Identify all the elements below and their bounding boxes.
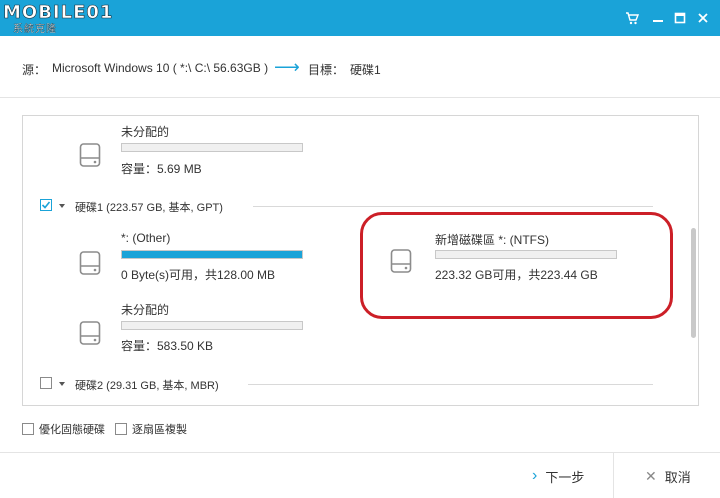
disk1-title-text: 硬碟1 (223.57 GB, 基本, GPT)	[75, 202, 223, 214]
partition-unallocated[interactable]: 未分配的 容量：583.50 KB	[23, 294, 343, 364]
sector-copy-checkbox[interactable]	[115, 423, 127, 435]
highlight-annotation	[360, 212, 673, 319]
footer-divider	[613, 453, 614, 498]
logo-subtitle: 系統克隆	[13, 24, 57, 35]
usage-bar	[121, 321, 303, 330]
source-label: 源：	[22, 63, 47, 77]
minimize-icon[interactable]	[650, 10, 666, 26]
drive-icon	[79, 142, 101, 168]
cancel-label: 取消	[664, 469, 691, 485]
source-target-row: 源： Microsoft Windows 10 ( *:\ C:\ 56.63G…	[0, 36, 720, 98]
cancel-button[interactable]: ✕ 取消	[645, 453, 691, 498]
optimize-ssd-label: 優化固態硬碟	[39, 424, 105, 436]
target-value: 硬碟1	[350, 63, 381, 77]
usage-bar-fill	[122, 251, 302, 258]
usage-bar	[121, 250, 303, 259]
app-logo: MOBILE01 系統克隆	[3, 2, 125, 35]
partition-name: 未分配的	[121, 125, 170, 139]
optimize-ssd-checkbox[interactable]	[22, 423, 34, 435]
partition-other[interactable]: *: (Other) 0 Byte(s)可用，共128.00 MB	[23, 224, 343, 294]
disk2-checkbox[interactable]	[40, 377, 52, 389]
chevron-right-icon: ›	[532, 467, 538, 484]
next-button[interactable]: › 下一步	[532, 453, 584, 498]
scrollbar[interactable]	[690, 118, 698, 403]
usage-bar	[121, 143, 303, 152]
partition-info: 容量：583.50 KB	[121, 339, 214, 353]
arrow-right-icon: ⟶	[274, 57, 300, 77]
disk2-header[interactable]: 硬碟2 (29.31 GB, 基本, MBR)	[23, 375, 683, 393]
optimize-ssd-option[interactable]: 優化固態硬碟	[22, 422, 105, 436]
close-x-icon: ✕	[645, 467, 657, 484]
close-icon[interactable]	[695, 10, 711, 26]
partition-info: 0 Byte(s)可用，共128.00 MB	[121, 268, 276, 282]
footer: › 下一步 ✕ 取消	[0, 452, 720, 498]
cart-icon[interactable]	[624, 10, 640, 26]
maximize-icon[interactable]	[672, 10, 688, 26]
divider	[253, 206, 653, 207]
divider	[248, 384, 653, 385]
title-bar: MOBILE01 系統克隆	[0, 0, 720, 36]
sector-copy-option[interactable]: 逐扇區複製	[115, 422, 187, 436]
next-label: 下一步	[545, 469, 585, 485]
collapse-triangle-icon[interactable]	[59, 204, 65, 208]
partition-name: *: (Other)	[121, 231, 171, 245]
sector-copy-label: 逐扇區複製	[132, 424, 187, 436]
disk2-title: 硬碟2 (29.31 GB, 基本, MBR)	[75, 380, 219, 392]
partition-info: 容量：5.69 MB	[121, 162, 202, 176]
partition-name: 未分配的	[121, 303, 170, 317]
partition-unallocated-top[interactable]: 未分配的 容量：5.69 MB	[23, 116, 343, 186]
source-value: Microsoft Windows 10 ( *:\ C:\ 56.63GB )	[52, 61, 269, 75]
drive-icon	[79, 320, 101, 346]
target-label: 目標：	[308, 63, 345, 77]
disk1-checkbox[interactable]	[40, 199, 52, 211]
collapse-triangle-icon[interactable]	[59, 382, 65, 386]
scrollbar-thumb[interactable]	[691, 228, 696, 338]
drive-icon	[79, 250, 101, 276]
